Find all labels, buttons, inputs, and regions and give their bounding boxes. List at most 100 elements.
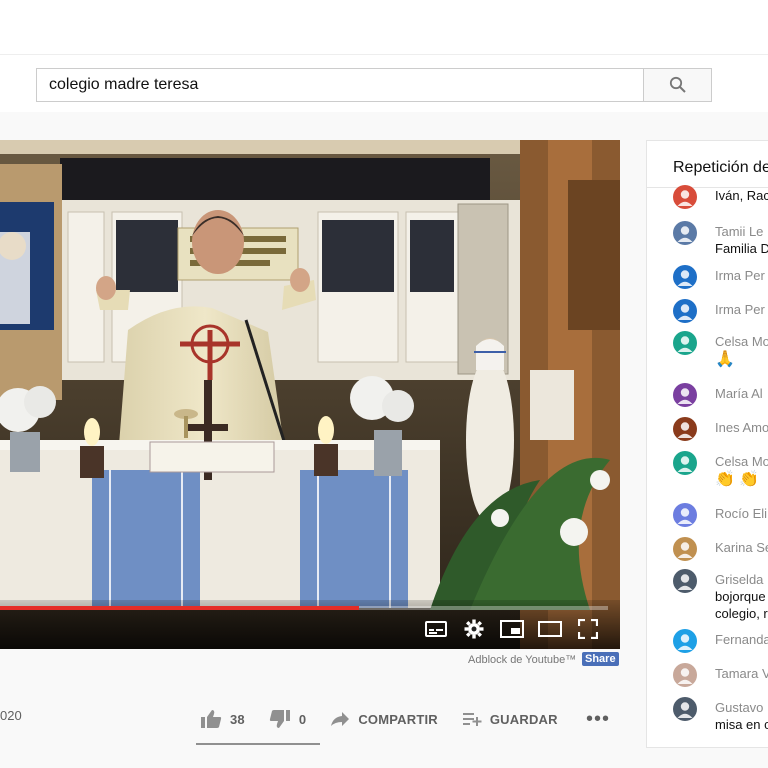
chat-avatar[interactable]: [673, 451, 697, 475]
search-input[interactable]: [36, 68, 644, 102]
chat-avatar[interactable]: [673, 697, 697, 721]
chat-message-body: Tamara V: [715, 663, 768, 682]
user-silhouette-icon: [677, 542, 693, 558]
settings-icon: [464, 619, 484, 639]
chat-message: María Al: [673, 383, 763, 407]
chat-author-name[interactable]: María Al: [715, 385, 763, 402]
chat-avatar[interactable]: [673, 537, 697, 561]
thumb-down-icon: [269, 710, 290, 728]
chat-emoji: 🙏: [715, 351, 735, 368]
chat-message-body: Griselda bojorque colegio, r: [715, 569, 768, 622]
chat-message-body: Celsa Mo 🙏: [715, 331, 768, 370]
live-chat-replay: Repetición de Iván, Rac Tamii Le Familia D…: [646, 140, 768, 748]
chat-emoji: 👏 👏: [715, 471, 760, 488]
user-silhouette-icon: [677, 304, 693, 320]
chat-avatar[interactable]: [673, 383, 697, 407]
chat-message: Iván, Rac: [673, 185, 768, 209]
masthead: [0, 0, 768, 112]
search-button[interactable]: [644, 68, 712, 102]
user-silhouette-icon: [677, 336, 693, 352]
chat-avatar[interactable]: [673, 221, 697, 245]
chat-message-text: misa en c: [715, 717, 768, 732]
chat-message: Irma Per: [673, 265, 765, 289]
video-player[interactable]: [0, 140, 620, 649]
share-label: COMPARTIR: [358, 711, 438, 727]
chat-avatar[interactable]: [673, 299, 697, 323]
subtitles-button[interactable]: [423, 617, 449, 641]
user-silhouette-icon: [677, 422, 693, 438]
chat-message-body: Irma Per: [715, 265, 765, 284]
chat-message-body: Irma Per: [715, 299, 765, 318]
chat-author-name[interactable]: Ines Amo: [715, 419, 768, 436]
progress-played: [0, 606, 359, 610]
share-arrow-icon: [331, 712, 350, 726]
video-actions: 38 0 COMPARTIR GUARDAR: [200, 706, 582, 732]
chat-author-name[interactable]: Celsa Mo: [715, 453, 768, 470]
chat-message-body: Tamii Le Familia D: [715, 221, 768, 257]
user-silhouette-icon: [677, 190, 693, 206]
chat-message-body: Celsa Mo 👏 👏: [715, 451, 768, 490]
user-silhouette-icon: [677, 270, 693, 286]
chat-message-text: bojorque: [715, 589, 766, 604]
progress-bar[interactable]: [0, 606, 608, 610]
chat-message: Celsa Mo 🙏: [673, 331, 768, 370]
settings-button[interactable]: [461, 617, 487, 641]
chat-avatar[interactable]: [673, 629, 697, 653]
subtitles-icon: [425, 621, 447, 637]
dislike-button[interactable]: 0: [269, 709, 306, 729]
chat-avatar[interactable]: [673, 265, 697, 289]
chat-message: Griselda bojorque colegio, r: [673, 569, 768, 622]
chat-author-name[interactable]: Celsa Mo: [715, 333, 768, 350]
chat-author-name[interactable]: Rocío Eli: [715, 505, 767, 522]
chat-author-name[interactable]: Tamii Le: [715, 223, 768, 240]
chat-avatar[interactable]: [673, 503, 697, 527]
chat-avatar[interactable]: [673, 331, 697, 355]
like-button[interactable]: 38: [200, 709, 245, 729]
user-silhouette-icon: [677, 508, 693, 524]
adblock-share-button[interactable]: Share: [582, 652, 619, 666]
playlist-add-icon: [462, 713, 482, 726]
user-silhouette-icon: [677, 634, 693, 650]
chat-message: Celsa Mo 👏 👏: [673, 451, 768, 490]
chat-message-text: Iván, Rac: [715, 188, 768, 203]
chat-message-body: Ines Amo: [715, 417, 768, 436]
chat-author-name[interactable]: Griselda: [715, 571, 768, 588]
chat-author-name[interactable]: Gustavo: [715, 699, 768, 716]
chat-author-name[interactable]: Karina Se: [715, 539, 768, 556]
chat-message-body: Gustavo misa en c: [715, 697, 768, 733]
user-silhouette-icon: [677, 702, 693, 718]
chat-avatar[interactable]: [673, 417, 697, 441]
more-actions-button[interactable]: •••: [586, 708, 610, 731]
chat-message-body: Iván, Rac: [715, 185, 768, 204]
chat-avatar[interactable]: [673, 569, 697, 593]
chat-avatar[interactable]: [673, 663, 697, 687]
user-silhouette-icon: [677, 226, 693, 242]
theater-mode-button[interactable]: [537, 617, 563, 641]
dislike-count: 0: [298, 711, 307, 727]
chat-message: Fernanda: [673, 629, 768, 653]
chat-author-name[interactable]: Irma Per: [715, 301, 765, 318]
chat-title[interactable]: Repetición de: [673, 159, 768, 177]
thumb-up-icon: [201, 710, 222, 728]
fullscreen-button[interactable]: [575, 617, 601, 641]
chat-message: Karina Se: [673, 537, 768, 561]
like-count: 38: [230, 711, 245, 727]
chat-author-name[interactable]: Fernanda: [715, 631, 768, 648]
save-button[interactable]: GUARDAR: [462, 711, 558, 727]
chat-message: Gustavo misa en c: [673, 697, 768, 733]
chat-message: Rocío Eli: [673, 503, 767, 527]
search-icon: [669, 76, 686, 93]
publish-date: 020: [0, 708, 22, 723]
chat-message: Tamii Le Familia D: [673, 221, 768, 257]
chat-message: Irma Per: [673, 299, 765, 323]
miniplayer-button[interactable]: [499, 617, 525, 641]
user-silhouette-icon: [677, 388, 693, 404]
chat-avatar[interactable]: [673, 185, 697, 209]
masthead-divider: [0, 54, 768, 55]
share-button[interactable]: COMPARTIR: [330, 711, 438, 727]
youtube-page: Adblock de Youtube™ Share 020 38 0 COMPA…: [0, 0, 768, 768]
chat-author-name[interactable]: Irma Per: [715, 267, 765, 284]
chat-author-name[interactable]: Tamara V: [715, 665, 768, 682]
chat-message: Ines Amo: [673, 417, 768, 441]
chat-message-body: María Al: [715, 383, 763, 402]
